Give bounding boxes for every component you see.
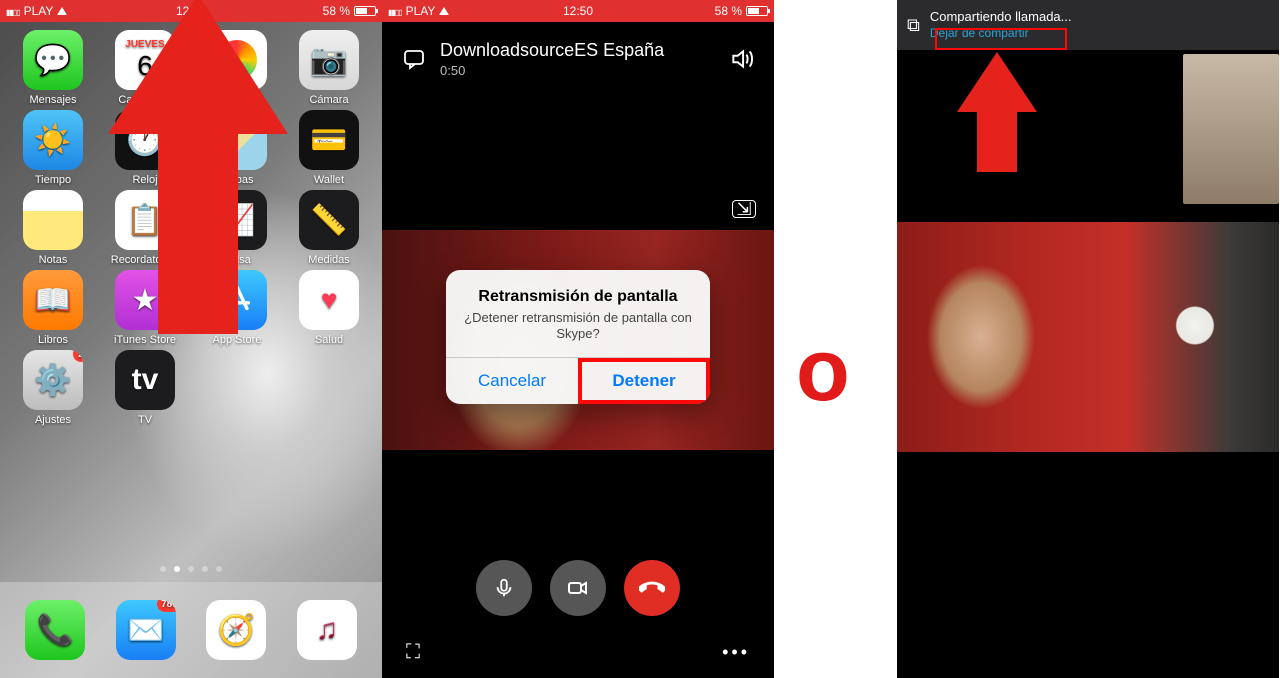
app-medidas[interactable]: 📏Medidas — [284, 190, 374, 266]
dock: 📞 ✉️789 🧭 ♫ — [0, 582, 382, 678]
app-calendario[interactable]: Jueves6Calendario — [100, 30, 190, 106]
mail-icon: ✉️789 — [116, 600, 176, 660]
music-icon: ♫ — [297, 600, 357, 660]
app-tv[interactable]: tvTV — [100, 350, 190, 426]
tv-icon: tv — [115, 350, 175, 410]
call-title: DownloadsourceES España — [440, 40, 716, 61]
app-recordatorios[interactable]: 📋Recordatorios — [100, 190, 190, 266]
phone-skype-call: PLAY 12:50 58 % DownloadsourceES España … — [382, 0, 774, 678]
share-title: Compartiendo llamada... — [930, 10, 1072, 24]
wifi-icon — [439, 4, 449, 18]
annotation-arrow-up — [957, 52, 1037, 172]
more-icon[interactable]: ••• — [722, 642, 750, 663]
pip-icon[interactable]: ⇲ — [732, 200, 756, 218]
bottom-bar: ⛶ ••• — [382, 641, 774, 664]
measure-icon: 📏 — [299, 190, 359, 250]
dialog-message: ¿Detener retransmisión de pantalla con S… — [460, 310, 696, 343]
battery-pct: 58 % — [715, 4, 742, 18]
badge: 2 — [73, 350, 83, 362]
battery-icon — [746, 6, 768, 16]
compass-icon: 🧭 — [206, 600, 266, 660]
chat-icon[interactable] — [400, 45, 428, 73]
weather-icon: ☀️ — [23, 110, 83, 170]
camera-button[interactable] — [550, 560, 606, 616]
remote-video — [897, 222, 1279, 452]
clock: 12:52 — [176, 4, 206, 18]
self-view[interactable] — [1183, 54, 1279, 204]
heart-icon: ♥ — [299, 270, 359, 330]
app-fotos[interactable]: Fotos — [192, 30, 282, 106]
speaker-icon[interactable] — [728, 45, 756, 73]
app-salud[interactable]: ♥Salud — [284, 270, 374, 346]
camera-icon: 📷 — [299, 30, 359, 90]
page-indicator[interactable] — [160, 566, 222, 572]
separator-o: o — [796, 326, 850, 414]
wifi-icon — [57, 4, 67, 18]
books-icon: 📖 — [23, 270, 83, 330]
app-tiempo[interactable]: ☀️Tiempo — [8, 110, 98, 186]
phone-homescreen: PLAY 12:52 58 % 💬Mensajes Jueves6Calenda… — [0, 0, 382, 678]
call-elapsed: 0:50 — [440, 63, 716, 78]
clock: 12:50 — [563, 4, 593, 18]
home-icon-grid: 💬Mensajes Jueves6Calendario Fotos 📷Cámar… — [0, 22, 382, 426]
end-call-button[interactable] — [624, 560, 680, 616]
app-reloj[interactable]: 🕐Reloj — [100, 110, 190, 186]
signal-icon — [6, 4, 20, 18]
dock-phone[interactable]: 📞 — [25, 600, 85, 660]
app-mapas[interactable]: Mapas — [192, 110, 282, 186]
mute-button[interactable] — [476, 560, 532, 616]
clock-icon: 🕐 — [115, 110, 175, 170]
wallet-icon: 💳 — [299, 110, 359, 170]
carrier-label: PLAY — [406, 4, 436, 18]
call-header: DownloadsourceES España 0:50 — [382, 22, 774, 82]
scan-icon[interactable]: ⛶ — [406, 641, 420, 664]
annotation-highlight — [935, 28, 1067, 50]
dock-mail[interactable]: ✉️789 — [116, 600, 176, 660]
reminders-icon: 📋 — [115, 190, 175, 250]
signal-icon — [388, 4, 402, 18]
stop-button[interactable]: Detener — [578, 358, 710, 404]
photos-icon — [207, 30, 267, 90]
app-itunes[interactable]: ★iTunes Store — [100, 270, 190, 346]
call-controls — [382, 560, 774, 616]
status-bar[interactable]: PLAY 12:50 58 % — [382, 0, 774, 22]
battery-icon — [354, 6, 376, 16]
carrier-label: PLAY — [24, 4, 54, 18]
appstore-icon — [207, 270, 267, 330]
dock-music[interactable]: ♫ — [297, 600, 357, 660]
badge: 789 — [157, 600, 176, 612]
dialog-title: Retransmisión de pantalla — [460, 288, 696, 306]
phone-icon: 📞 — [25, 600, 85, 660]
phone-android-share: ⧉ Compartiendo llamada... Dejar de compa… — [897, 0, 1279, 678]
app-ajustes[interactable]: ⚙️2Ajustes — [8, 350, 98, 426]
gear-icon: ⚙️2 — [23, 350, 83, 410]
status-bar[interactable]: PLAY 12:52 58 % — [0, 0, 382, 22]
app-mensajes[interactable]: 💬Mensajes — [8, 30, 98, 106]
calendar-icon: Jueves6 — [115, 30, 175, 90]
app-libros[interactable]: 📖Libros — [8, 270, 98, 346]
stop-broadcast-dialog: Retransmisión de pantalla ¿Detener retra… — [446, 270, 710, 404]
dock-safari[interactable]: 🧭 — [206, 600, 266, 660]
app-appstore[interactable]: App Store — [192, 270, 282, 346]
battery-pct: 58 % — [323, 4, 350, 18]
maps-icon — [207, 110, 267, 170]
app-notas[interactable]: Notas — [8, 190, 98, 266]
speech-bubble-icon: 💬 — [23, 30, 83, 90]
stocks-icon: 📈 — [207, 190, 267, 250]
notes-icon — [23, 190, 83, 250]
app-wallet[interactable]: 💳Wallet — [284, 110, 374, 186]
cancel-button[interactable]: Cancelar — [446, 358, 578, 404]
app-bolsa[interactable]: 📈Bolsa — [192, 190, 282, 266]
app-camara[interactable]: 📷Cámara — [284, 30, 374, 106]
pip-window-icon[interactable]: ⧉ — [907, 15, 920, 36]
star-icon: ★ — [115, 270, 175, 330]
